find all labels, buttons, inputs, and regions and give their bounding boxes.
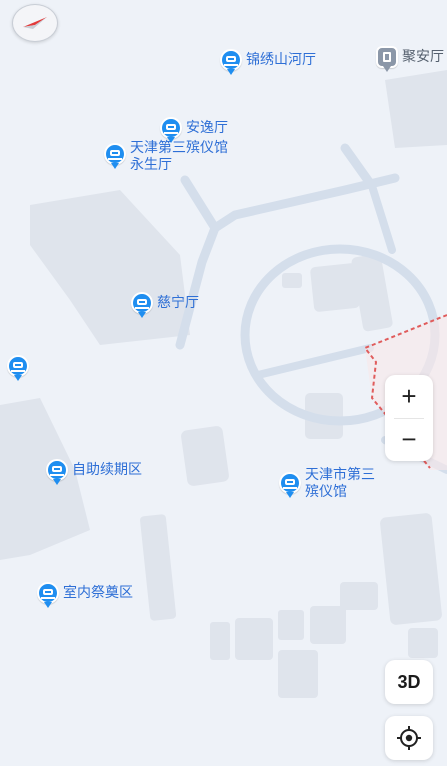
poi-label: 室内祭奠区	[63, 584, 133, 600]
bus-marker-icon	[160, 117, 182, 139]
compass-button[interactable]	[12, 4, 58, 42]
locate-icon	[397, 726, 421, 750]
zoom-out-button[interactable]: −	[385, 419, 433, 461]
locate-button[interactable]	[385, 716, 433, 760]
bus-marker-icon	[7, 355, 29, 377]
poi-indoor-memorial-area[interactable]: 室内祭奠区	[37, 582, 133, 604]
bus-marker-icon	[37, 582, 59, 604]
poi-juan-hall[interactable]: 聚安厅	[376, 46, 444, 68]
poi-edge-marker[interactable]	[7, 355, 33, 377]
bus-marker-icon	[46, 459, 68, 481]
zoom-in-button[interactable]: +	[385, 376, 433, 418]
bus-marker-icon	[279, 472, 301, 494]
poi-label: 安逸厅	[186, 119, 228, 135]
poi-self-renewal-area[interactable]: 自助续期区	[46, 459, 142, 481]
poi-yongsheng-hall[interactable]: 天津第三殡仪馆 永生厅	[104, 139, 228, 173]
zoom-controls: + −	[385, 375, 433, 461]
poi-label: 天津市第三 殡仪馆	[305, 466, 375, 499]
poi-cining-hall[interactable]: 慈宁厅	[131, 292, 199, 314]
building-marker-icon	[376, 46, 398, 68]
3d-toggle-button[interactable]: 3D	[385, 660, 433, 704]
poi-label: 聚安厅	[402, 48, 444, 64]
compass-icon	[23, 17, 47, 29]
poi-jinxiu-hall[interactable]: 锦绣山河厅	[220, 49, 316, 71]
bus-marker-icon	[131, 292, 153, 314]
poi-anyi-hall[interactable]: 安逸厅	[160, 117, 228, 139]
poi-label: 自助续期区	[72, 461, 142, 477]
poi-label: 锦绣山河厅	[246, 51, 316, 67]
poi-label: 天津第三殡仪馆 永生厅	[130, 139, 228, 172]
poi-label: 慈宁厅	[157, 294, 199, 310]
bus-marker-icon	[220, 49, 242, 71]
bus-marker-icon	[104, 143, 126, 165]
poi-tianjin-third-funeral-home[interactable]: 天津市第三 殡仪馆	[279, 466, 375, 500]
map-canvas[interactable]	[0, 0, 447, 766]
